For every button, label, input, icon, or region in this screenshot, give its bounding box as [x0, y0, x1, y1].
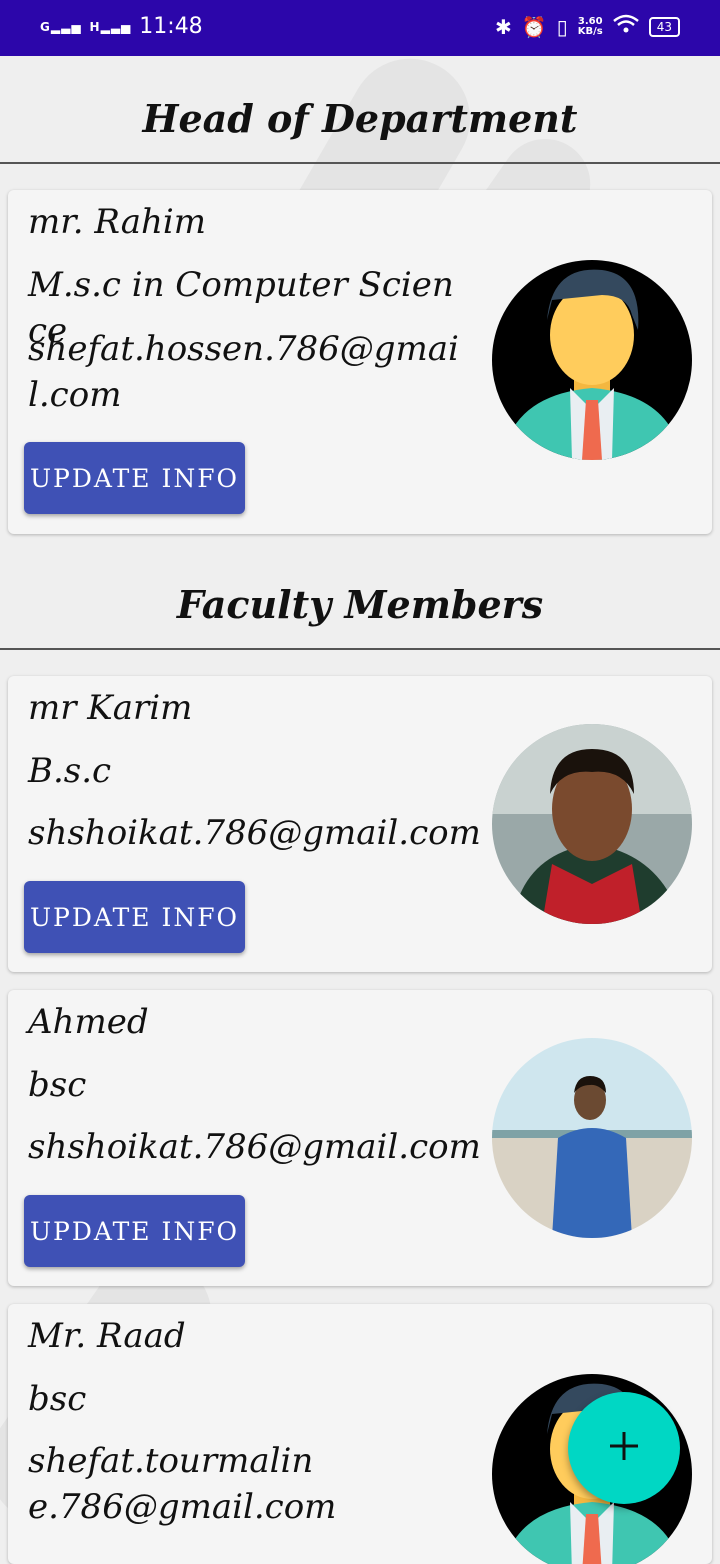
member-name: mr. Rahim [28, 202, 207, 242]
battery-icon: 43 [648, 16, 680, 37]
add-member-button[interactable] [568, 1392, 680, 1504]
member-name: Ahmed [28, 1002, 149, 1042]
vibrate-icon: ▯ [556, 14, 568, 39]
member-email: shshoikat.786@gmail.com [28, 813, 481, 853]
faculty-card: mr Karim B.s.c shshoikat.786@gmail.com U… [8, 676, 712, 972]
signal-2-icon: H▂▃▅ [89, 19, 132, 34]
alarm-icon: ⏰ [521, 14, 547, 39]
member-name: mr Karim [28, 688, 193, 728]
update-info-button[interactable]: UPDATE INFO [24, 1195, 245, 1267]
plus-icon [608, 1430, 640, 1466]
avatar-photo [492, 1038, 692, 1238]
update-info-button[interactable]: UPDATE INFO [24, 881, 245, 953]
wifi-icon [612, 14, 639, 39]
member-name: Mr. Raad [28, 1316, 186, 1356]
member-email: shshoikat.786@gmail.com [28, 1127, 481, 1167]
status-bar: G▂▃▅ H▂▃▅ 11:48 ✱ ⏰ ▯ 3.60 KB/s 43 [0, 0, 720, 56]
member-degree: B.s.c [28, 751, 112, 791]
head-card: mr. Rahim M.s.c in Computer Science shef… [8, 190, 712, 534]
signal-1-icon: G▂▃▅ [40, 19, 82, 34]
net-speed: 3.60 KB/s [577, 15, 603, 37]
faculty-card: Ahmed bsc shshoikat.786@gmail.com UPDATE… [8, 990, 712, 1286]
section-title-head: Head of Department [142, 96, 578, 141]
member-degree: bsc [28, 1379, 87, 1419]
divider [0, 162, 720, 164]
update-info-button[interactable]: UPDATE INFO [24, 442, 245, 514]
member-degree: bsc [28, 1065, 87, 1105]
avatar-photo [492, 724, 692, 924]
member-email: shefat.tourmaline.786@gmail.com [28, 1441, 337, 1527]
member-email: shefat.hossen.786@gmail.com [28, 329, 459, 415]
divider [0, 648, 720, 650]
clock: 11:48 [139, 14, 203, 39]
avatar [492, 260, 692, 460]
section-title-faculty: Faculty Members [176, 582, 544, 627]
bluetooth-icon: ✱ [495, 14, 512, 39]
